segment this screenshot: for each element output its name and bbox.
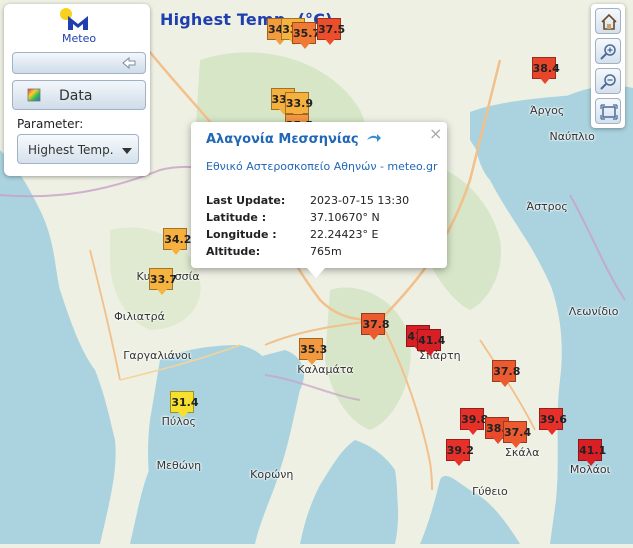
place-label: Άργος — [530, 103, 565, 117]
home-button[interactable] — [595, 8, 621, 34]
place-label: Ναύπλιο — [549, 130, 595, 143]
popup-field-value: 22.24423° E — [310, 228, 379, 241]
place-label: Άστρος — [526, 200, 568, 214]
home-icon — [601, 13, 617, 30]
popup-title-text: Αλαγονία Μεσσηνίας — [206, 132, 359, 147]
station-marker[interactable]: 34.2 — [163, 228, 191, 256]
station-marker[interactable]: 35.7 — [291, 22, 320, 50]
chevron-down-icon — [122, 148, 132, 154]
zoom-out-icon — [600, 74, 616, 90]
station-marker[interactable]: 41.4 — [417, 329, 445, 357]
parameter-select-value: Highest Temp. — [28, 143, 114, 157]
popup-field-label: Altitude: — [206, 245, 261, 258]
place-label: Φιλιατρά — [114, 309, 165, 323]
popup-field-label: Last Update: — [206, 194, 286, 207]
station-marker[interactable]: 39.8 — [460, 408, 488, 436]
control-panel: Meteo Data Parameter: Highest Temp. — [4, 4, 150, 176]
station-marker[interactable]: 37.4 — [502, 421, 531, 449]
station-marker[interactable]: 37.8 — [361, 313, 390, 341]
place-label: Κορώνη — [250, 467, 294, 481]
popup-close-button[interactable]: × — [429, 124, 442, 143]
arrow-left-icon — [122, 56, 136, 70]
popup-field-value: 765m — [310, 245, 342, 258]
parameter-select[interactable]: Highest Temp. — [17, 134, 139, 164]
popup-title: Αλαγονία Μεσσηνίας — [206, 132, 382, 147]
station-marker[interactable]: 41.1 — [578, 439, 606, 467]
collapse-panel-button[interactable] — [12, 52, 146, 74]
parameter-label: Parameter: — [17, 117, 84, 131]
station-marker[interactable]: 31.4 — [170, 390, 199, 418]
station-marker[interactable]: 33.9 — [284, 92, 313, 120]
popup-field-value: 2023-07-15 13:30 — [310, 194, 410, 207]
station-marker[interactable]: 35.3 — [299, 338, 327, 366]
place-label: Λεωνίδιο — [568, 305, 619, 319]
station-popup: Αλαγονία Μεσσηνίας × Εθνικό Αστεροσκοπεί… — [191, 122, 447, 278]
map-toolbar — [591, 4, 625, 128]
station-marker[interactable]: 33.7 — [148, 267, 177, 295]
data-button[interactable]: Data — [12, 80, 146, 110]
station-marker[interactable]: 39.6 — [538, 408, 567, 436]
zoom-out-button[interactable] — [595, 68, 621, 94]
meteo-logo-text: Meteo — [62, 32, 97, 45]
data-button-label: Data — [59, 88, 93, 104]
popup-subtitle: Εθνικό Αστεροσκοπείο Αθηνών - meteo.gr — [206, 160, 438, 173]
popup-field-label: Latitude : — [206, 211, 267, 224]
arrow-right-icon[interactable] — [366, 132, 382, 144]
place-label: Γαργαλιάνοι — [123, 349, 192, 363]
zoom-in-button[interactable] — [595, 38, 621, 64]
popup-field-value: 37.10670° N — [310, 211, 380, 224]
station-marker[interactable]: 38.4 — [531, 57, 560, 85]
station-marker[interactable]: 37.5 — [317, 17, 345, 45]
fullscreen-button[interactable] — [595, 98, 621, 124]
station-marker[interactable]: 37.8 — [492, 360, 520, 388]
color-palette-icon — [27, 88, 41, 102]
popup-field-label: Longitude : — [206, 228, 277, 241]
fullscreen-icon — [600, 104, 618, 120]
place-label: Μεθώνη — [156, 459, 202, 473]
meteo-logo: Meteo — [4, 4, 150, 46]
zoom-in-icon — [600, 44, 616, 60]
place-label: Καλαμάτα — [297, 362, 354, 376]
station-marker[interactable]: 39.2 — [445, 439, 474, 467]
place-label: Γύθειο — [472, 485, 508, 499]
